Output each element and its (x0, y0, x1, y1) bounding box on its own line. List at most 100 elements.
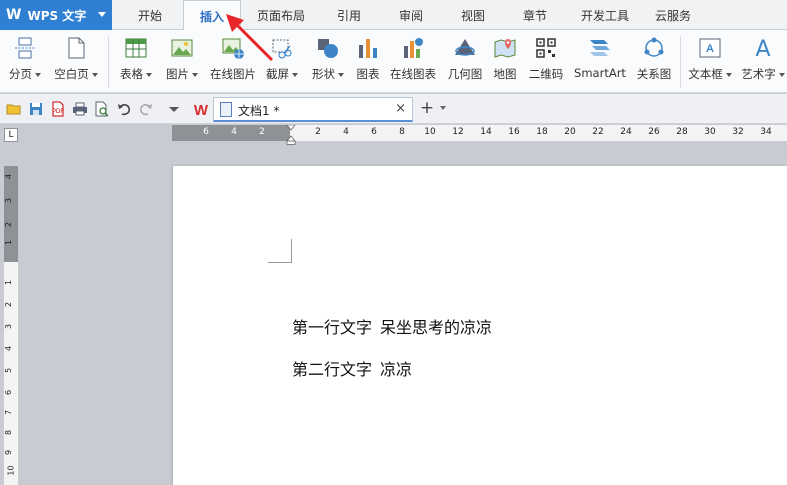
print-preview-icon[interactable] (94, 101, 110, 117)
shapes-icon (318, 39, 338, 58)
ruler-number: 26 (648, 127, 660, 137)
blank-page-icon (68, 37, 85, 59)
chart-icon (359, 39, 377, 58)
wordart-button[interactable]: A 艺术字 (740, 30, 786, 93)
relation-icon (644, 37, 664, 57)
ruler-number: 20 (564, 127, 576, 137)
line-1-part-2: 呆坐思考的凉凉 (380, 318, 493, 337)
picture-label: 图片 (166, 67, 189, 81)
screenshot-button[interactable]: 截屏 (262, 30, 302, 93)
tab-section[interactable]: 章节 (510, 0, 560, 30)
map-button[interactable]: 地图 (488, 30, 522, 93)
ruler-number: 2 (315, 127, 321, 137)
redo-icon[interactable] (138, 101, 154, 117)
picture-button[interactable]: 图片 (160, 30, 204, 93)
svg-text:A: A (755, 37, 770, 60)
close-icon[interactable]: × (395, 101, 406, 116)
ruler-number: 24 (620, 127, 632, 137)
online-chart-button[interactable]: 在线图表 (386, 30, 440, 93)
tab-developer[interactable]: 开发工具 (572, 0, 638, 30)
app-name: WPS 文字 (27, 8, 87, 23)
print-icon[interactable] (72, 101, 88, 117)
document-line-2[interactable]: 第二行文字 凉凉 (292, 356, 412, 380)
chevron-down-icon (292, 72, 298, 77)
relation-label: 关系图 (636, 67, 672, 81)
chevron-down-icon (338, 72, 344, 77)
map-label: 地图 (493, 67, 517, 81)
wordart-label: 艺术字 (741, 67, 776, 81)
chevron-down-icon[interactable] (440, 106, 446, 110)
export-pdf-icon[interactable]: PDF (50, 101, 66, 117)
smartart-label: SmartArt (574, 66, 626, 80)
table-button[interactable]: 表格 (114, 30, 158, 93)
ruler-number: 22 (592, 127, 604, 137)
ruler-number: 10 (6, 465, 16, 476)
new-tab-button[interactable]: + (416, 99, 438, 119)
tab-stop-selector[interactable]: L (4, 128, 18, 142)
smartart-button[interactable]: SmartArt (570, 30, 630, 93)
tab-references[interactable]: 引用 (324, 0, 374, 30)
chevron-down-icon (91, 72, 98, 77)
online-chart-icon (404, 38, 423, 58)
blank-page-button[interactable]: 空白页 (50, 30, 102, 93)
ruler-number: 14 (480, 127, 492, 137)
ruler-number: 8 (399, 127, 405, 137)
qrcode-label: 二维码 (528, 67, 564, 81)
ruler-number: 28 (676, 127, 688, 137)
page-break-button[interactable]: 分页 (4, 30, 46, 93)
ruler-number: 18 (536, 127, 548, 137)
undo-icon[interactable] (116, 101, 132, 117)
wordart-icon: A (755, 37, 770, 60)
ruler-number: 30 (704, 127, 716, 137)
vertical-ruler[interactable]: 4 3 2 1 1 2 3 4 5 6 7 8 9 10 (4, 166, 18, 485)
open-icon[interactable] (6, 101, 22, 117)
ruler-number: 6 (203, 127, 209, 137)
ribbon-toolbar: 分页 空白页 表格 图片 在线图片 截屏 形状 图表 在线图表 几何图 地图 二… (0, 30, 787, 93)
ruler-number: 16 (508, 127, 520, 137)
chevron-down-icon (725, 72, 732, 77)
wps-writer-logo-icon[interactable]: W (192, 100, 210, 118)
geometry-button[interactable]: 几何图 (444, 30, 486, 93)
online-picture-button[interactable]: 在线图片 (206, 30, 260, 93)
horizontal-ruler[interactable]: 6 4 2 2 4 6 8 10 12 14 16 18 20 22 24 26… (172, 125, 787, 141)
tab-home[interactable]: 开始 (122, 0, 178, 30)
tab-view[interactable]: 视图 (448, 0, 498, 30)
save-icon[interactable] (28, 101, 44, 117)
document-line-1[interactable]: 第一行文字 呆坐思考的凉凉 (292, 314, 492, 338)
customize-dropdown-icon[interactable] (166, 101, 182, 117)
ribbon-divider (108, 36, 109, 88)
chevron-down-icon (192, 72, 198, 77)
app-menu-button[interactable]: W WPS 文字 (0, 0, 112, 30)
chart-button[interactable]: 图表 (352, 30, 384, 93)
ruler-number: 2 (4, 301, 14, 308)
ruler-number: 32 (732, 127, 744, 137)
tab-page-layout[interactable]: 页面布局 (248, 0, 314, 30)
tab-cloud[interactable]: 云服务 (645, 0, 701, 30)
textbox-label: 文本框 (688, 67, 723, 81)
line-2-part-1: 第二行文字 (292, 360, 373, 379)
svg-text:W: W (194, 102, 209, 118)
shapes-button[interactable]: 形状 (306, 30, 350, 93)
relation-button[interactable]: 关系图 (632, 30, 676, 93)
wps-logo-icon: W (6, 7, 22, 23)
table-label: 表格 (120, 67, 143, 81)
page-break-icon (15, 37, 35, 59)
ruler-number: 8 (4, 429, 14, 436)
ruler-number: 4 (231, 127, 237, 137)
online-chart-label: 在线图表 (390, 67, 436, 81)
indent-marker-icon[interactable] (286, 125, 296, 145)
document-page[interactable]: 第一行文字 呆坐思考的凉凉 第二行文字 凉凉 (173, 166, 787, 485)
textbox-button[interactable]: A 文本框 (684, 30, 736, 93)
map-icon (494, 39, 516, 58)
ruler-number: 7 (4, 409, 14, 416)
tab-insert[interactable]: 插入 (183, 0, 241, 31)
qrcode-button[interactable]: 二维码 (524, 30, 568, 93)
blank-page-label: 空白页 (54, 67, 89, 81)
textbox-icon: A (699, 38, 721, 58)
page-margin-corner-mark (268, 239, 292, 263)
chevron-down-icon (778, 72, 785, 77)
document-tab[interactable]: 文档1 * × (213, 97, 413, 122)
tab-review[interactable]: 审阅 (386, 0, 436, 30)
ruler-number: 4 (4, 345, 14, 352)
chevron-down-icon (146, 72, 152, 77)
